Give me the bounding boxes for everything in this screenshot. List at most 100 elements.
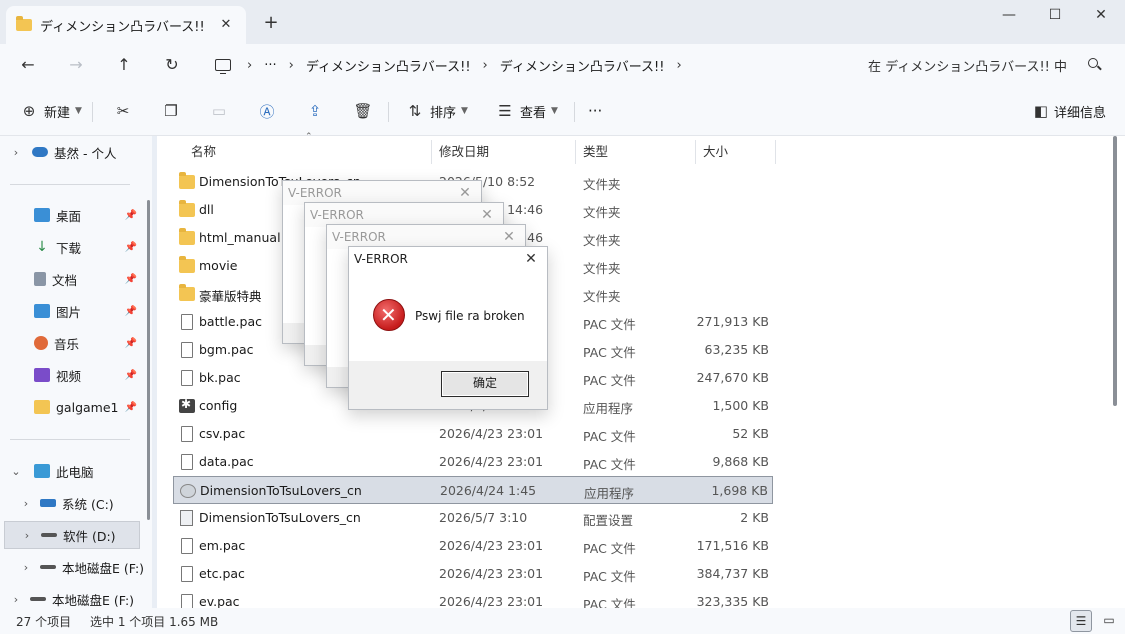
share-icon: ⇪	[308, 102, 322, 120]
view-button[interactable]: ☰ 查看 ▼	[494, 100, 558, 122]
sidebar-item-this-pc[interactable]: ⌄ 此电脑	[0, 457, 145, 485]
file-size: 1,500 KB	[712, 398, 769, 413]
sidebar-item-drive-c[interactable]: › 系统 (C:)	[0, 489, 145, 517]
sidebar-item-galgame1[interactable]: galgame1 📌	[0, 393, 145, 421]
file-type: 应用程序	[584, 486, 635, 501]
chevron-down-icon: ▼	[75, 106, 82, 116]
file-name: DimensionToTsuLovers_cn	[199, 510, 361, 525]
computer-icon	[34, 464, 50, 478]
sort-button[interactable]: ⇅ 排序 ▼	[404, 100, 468, 122]
file-icon	[181, 370, 193, 386]
cloud-icon	[32, 147, 48, 157]
sidebar-item-onedrive[interactable]: › 基然 - 个人	[0, 138, 145, 166]
file-name: ev.pac	[199, 594, 240, 609]
details-view-button[interactable]: ☰	[1070, 610, 1092, 632]
file-row[interactable]: data.pac 2026/4/23 23:01 PAC 文件 9,868 KB	[173, 448, 773, 476]
sidebar-item-downloads[interactable]: ↓ 下载 📌	[0, 233, 145, 261]
up-button[interactable]: ↑	[111, 52, 137, 78]
sidebar-item-desktop[interactable]: 桌面 📌	[0, 201, 145, 229]
sidebar-item-music[interactable]: 音乐 📌	[0, 329, 145, 357]
breadcrumb-item[interactable]: ディメンション凸ラバース!!	[500, 56, 665, 75]
file-row[interactable]: csv.pac 2026/4/23 23:01 PAC 文件 52 KB	[173, 420, 773, 448]
column-header-date[interactable]: 修改日期	[433, 140, 573, 164]
sidebar-item-label: 下载	[56, 240, 82, 256]
breadcrumb-more[interactable]: ···	[264, 58, 276, 73]
breadcrumb-item[interactable]: ディメンション凸ラバース!!	[306, 56, 471, 75]
item-count: 27 个项目	[16, 615, 72, 629]
sidebar-item-label: 音乐	[54, 336, 80, 352]
file-date: 2026/4/23 23:01	[439, 566, 544, 581]
file-row[interactable]: DimensionToTsuLovers_cn 2026/4/24 1:45 应用程…	[173, 476, 773, 504]
close-window-button[interactable]: ✕	[1078, 0, 1124, 32]
sidebar-item-label: 此电脑	[56, 464, 94, 480]
sidebar-item-documents[interactable]: 文档 📌	[0, 265, 145, 293]
file-name: movie	[199, 258, 238, 273]
file-row[interactable]: etc.pac 2026/4/23 23:01 PAC 文件 384,737 KB	[173, 560, 773, 588]
folder-icon	[34, 400, 50, 414]
details-label: 详细信息	[1054, 105, 1107, 121]
column-divider	[431, 140, 432, 164]
chevron-right-icon: ›	[13, 145, 19, 159]
back-button[interactable]: ←	[15, 52, 41, 78]
sidebar-item-videos[interactable]: 视频 📌	[0, 361, 145, 389]
chevron-right-icon: ›	[23, 560, 29, 574]
forward-button[interactable]: →	[63, 52, 89, 78]
sidebar-item-drive-f[interactable]: › 本地磁盘E (F:)	[0, 553, 145, 581]
tiles-view-icon: ▭	[1103, 613, 1115, 627]
toolbar-divider	[92, 102, 93, 122]
file-type: 文件夹	[583, 233, 621, 248]
tab-close-button[interactable]: ✕	[216, 15, 236, 35]
refresh-button[interactable]: ↻	[159, 52, 185, 78]
column-header-size[interactable]: 大小	[697, 140, 773, 164]
maximize-button[interactable]: ☐	[1032, 0, 1078, 32]
new-tab-button[interactable]: +	[260, 12, 282, 34]
rename-icon: Ⓐ	[259, 102, 275, 121]
file-name: em.pac	[199, 538, 246, 553]
delete-button[interactable]: 🗑	[352, 100, 374, 122]
sidebar-item-label: 系统 (C:)	[62, 496, 114, 512]
file-row[interactable]: DimensionToTsuLovers_cn 2026/5/7 3:10 配置设置…	[173, 504, 773, 532]
paste-button[interactable]: ▭	[208, 100, 230, 122]
ok-button[interactable]: 确定	[441, 371, 529, 397]
folder-icon	[179, 172, 195, 189]
chevron-right-icon: ›	[24, 528, 30, 542]
column-header-type[interactable]: 类型	[577, 140, 687, 164]
sidebar-item-label: galgame1	[56, 399, 119, 415]
file-list-scrollbar[interactable]	[1113, 136, 1117, 406]
status-bar: 27 个项目 选中 1 个项目 1.65 MB ☰ ▭	[0, 608, 1125, 634]
tab-current[interactable]: ディメンション凸ラバース!! ✕	[6, 6, 246, 44]
dialog-close-button[interactable]: ✕	[521, 249, 541, 269]
copy-button[interactable]: ❐	[160, 100, 182, 122]
file-name: etc.pac	[199, 566, 245, 581]
cut-button[interactable]: ✂	[112, 100, 134, 122]
file-name: html_manual	[199, 230, 281, 245]
file-icon	[181, 342, 193, 358]
file-name: data.pac	[199, 454, 254, 469]
video-icon	[34, 368, 50, 382]
sidebar-item-drive-d[interactable]: › 软件 (D:)	[4, 521, 140, 549]
file-name: 豪華版特典	[199, 289, 262, 304]
sidebar-scrollbar[interactable]	[147, 200, 150, 520]
dialog-body: Pswj file ra broken	[349, 271, 547, 361]
drive-icon	[40, 565, 56, 569]
sidebar-item-pictures[interactable]: 图片 📌	[0, 297, 145, 325]
minimize-button[interactable]: —	[986, 0, 1032, 32]
file-name: csv.pac	[199, 426, 246, 441]
new-button[interactable]: ⊕ 新建 ▼	[18, 100, 82, 122]
address-bar[interactable]: › ··· › ディメンション凸ラバース!! › ディメンション凸ラバース!! …	[205, 49, 845, 81]
new-label: 新建	[44, 105, 71, 121]
search-input[interactable]: 在 ディメンション凸ラバース!! 中	[856, 49, 1112, 81]
plus-circle-icon: ⊕	[22, 102, 36, 120]
share-button[interactable]: ⇪	[304, 100, 326, 122]
details-pane-button[interactable]: ◧ 详细信息	[1030, 100, 1106, 122]
sidebar-divider	[10, 184, 130, 185]
file-row[interactable]: em.pac 2026/4/23 23:01 PAC 文件 171,516 KB	[173, 532, 773, 560]
sort-label: 排序	[430, 105, 457, 121]
file-icon	[181, 538, 193, 554]
music-icon	[34, 336, 48, 350]
more-options-button[interactable]: ···	[588, 100, 602, 122]
tiles-view-button[interactable]: ▭	[1098, 610, 1120, 632]
column-header-name[interactable]: 名称	[185, 140, 425, 164]
rename-button[interactable]: Ⓐ	[256, 100, 278, 122]
pin-icon: 📌	[124, 273, 137, 285]
